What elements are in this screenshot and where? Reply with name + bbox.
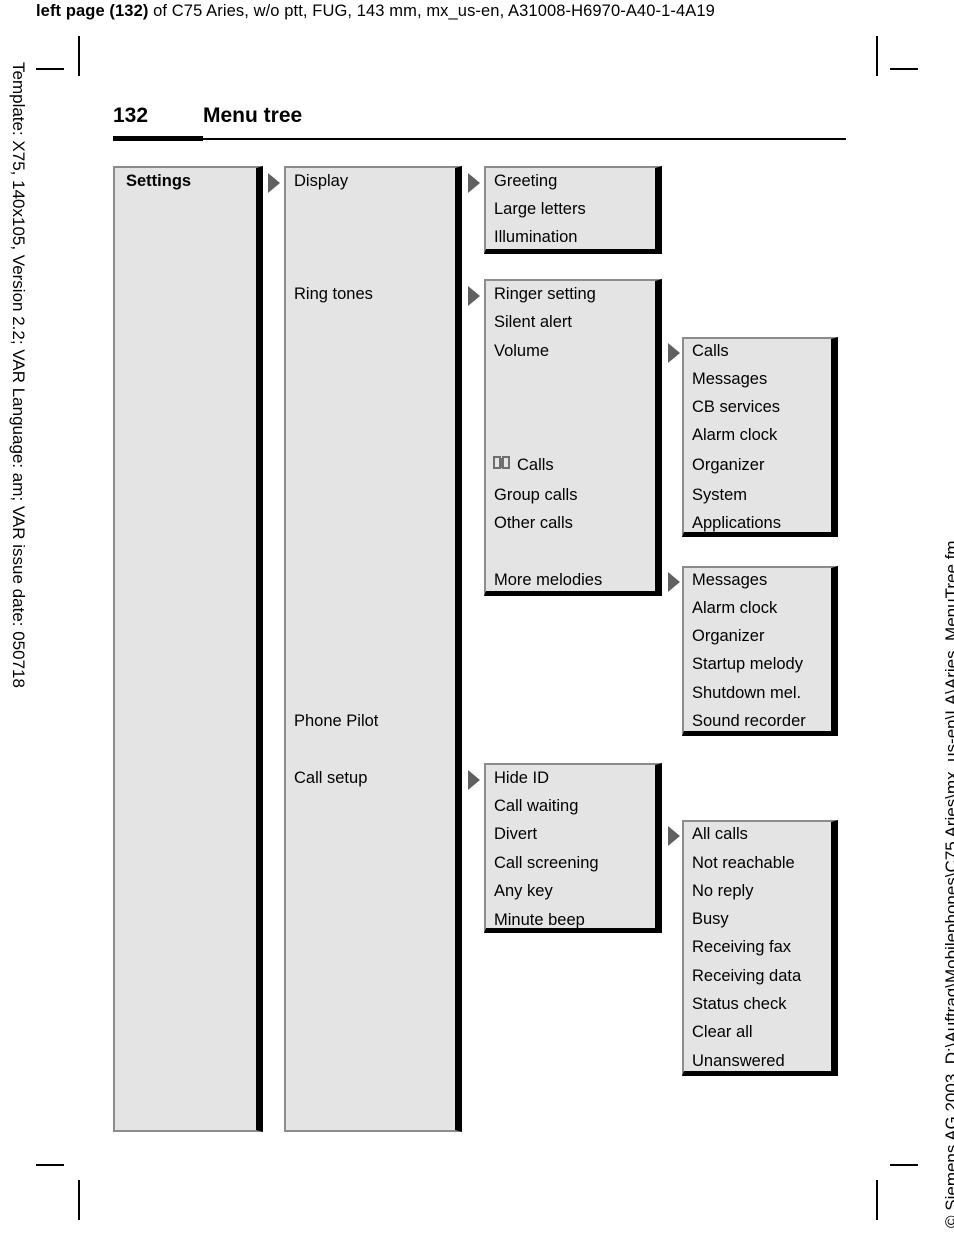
submenu-ringtones-item-more-melodies[interactable]: More melodies bbox=[494, 571, 602, 589]
submenu-callsetup-item-minute-beep[interactable]: Minute beep bbox=[494, 911, 585, 929]
menu-item-display[interactable]: Display bbox=[294, 172, 348, 190]
submenu-volume-item-messages[interactable]: Messages bbox=[692, 370, 767, 388]
menu-tree-diagram: Settings Display Ring tones Phone Pilot … bbox=[0, 0, 954, 1246]
submenu-melodies-item-messages[interactable]: Messages bbox=[692, 571, 767, 589]
submenu-divert-item-status-check[interactable]: Status check bbox=[692, 995, 786, 1013]
arrow-more-melodies bbox=[668, 572, 680, 592]
arrow-root-to-level2 bbox=[268, 173, 280, 193]
submenu-divert-item-not-reachable[interactable]: Not reachable bbox=[692, 854, 795, 872]
submenu-call-setup bbox=[484, 763, 662, 933]
submenu-ringtones-item-silent-alert[interactable]: Silent alert bbox=[494, 313, 572, 331]
submenu-divert-item-all-calls[interactable]: All calls bbox=[692, 825, 748, 843]
submenu-melodies-item-startup-melody[interactable]: Startup melody bbox=[692, 655, 803, 673]
submenu-melodies-item-sound-recorder[interactable]: Sound recorder bbox=[692, 712, 806, 730]
submenu-ringtones-item-ringer-setting[interactable]: Ringer setting bbox=[494, 285, 596, 303]
submenu-callsetup-item-call-screening[interactable]: Call screening bbox=[494, 854, 599, 872]
submenu-display-item-illumination[interactable]: Illumination bbox=[494, 228, 577, 246]
submenu-volume-item-organizer[interactable]: Organizer bbox=[692, 456, 764, 474]
submenu-melodies-item-shutdown-mel[interactable]: Shutdown mel. bbox=[692, 684, 801, 702]
submenu-divert-item-receiving-fax[interactable]: Receiving fax bbox=[692, 938, 791, 956]
menu-root-label: Settings bbox=[126, 172, 192, 190]
submenu-melodies-item-organizer[interactable]: Organizer bbox=[692, 627, 764, 645]
menu-column-settings bbox=[284, 166, 462, 1132]
submenu-volume-item-system[interactable]: System bbox=[692, 486, 747, 504]
submenu-volume-item-calls[interactable]: Calls bbox=[692, 342, 729, 360]
submenu-ringtones-item-calls[interactable]: Calls bbox=[517, 456, 554, 474]
menu-column-root bbox=[113, 166, 263, 1132]
menu-item-ring-tones[interactable]: Ring tones bbox=[294, 285, 373, 303]
submenu-divert-item-unanswered[interactable]: Unanswered bbox=[692, 1052, 785, 1070]
submenu-display-item-large-letters[interactable]: Large letters bbox=[494, 200, 586, 218]
arrow-display bbox=[468, 173, 480, 193]
submenu-ringtones-item-volume[interactable]: Volume bbox=[494, 342, 549, 360]
menu-item-call-setup[interactable]: Call setup bbox=[294, 769, 367, 787]
book-icon bbox=[493, 456, 510, 470]
submenu-ringtones-item-group-calls[interactable]: Group calls bbox=[494, 486, 577, 504]
arrow-ring-tones bbox=[468, 286, 480, 306]
submenu-divert-item-no-reply[interactable]: No reply bbox=[692, 882, 753, 900]
submenu-volume-item-applications[interactable]: Applications bbox=[692, 514, 781, 532]
submenu-callsetup-item-any-key[interactable]: Any key bbox=[494, 882, 553, 900]
submenu-ringtones-item-other-calls[interactable]: Other calls bbox=[494, 514, 573, 532]
submenu-volume-item-alarm-clock[interactable]: Alarm clock bbox=[692, 426, 777, 444]
menu-item-phone-pilot[interactable]: Phone Pilot bbox=[294, 712, 378, 730]
submenu-callsetup-item-call-waiting[interactable]: Call waiting bbox=[494, 797, 578, 815]
submenu-display-item-greeting[interactable]: Greeting bbox=[494, 172, 557, 190]
submenu-callsetup-item-hide-id[interactable]: Hide ID bbox=[494, 769, 549, 787]
submenu-divert-item-clear-all[interactable]: Clear all bbox=[692, 1023, 753, 1041]
arrow-call-setup bbox=[468, 770, 480, 790]
submenu-volume-item-cb-services[interactable]: CB services bbox=[692, 398, 780, 416]
submenu-divert-item-busy[interactable]: Busy bbox=[692, 910, 729, 928]
arrow-volume bbox=[668, 343, 680, 363]
submenu-melodies-item-alarm-clock[interactable]: Alarm clock bbox=[692, 599, 777, 617]
submenu-callsetup-item-divert[interactable]: Divert bbox=[494, 825, 537, 843]
submenu-more-melodies bbox=[682, 566, 838, 736]
submenu-divert-item-receiving-data[interactable]: Receiving data bbox=[692, 967, 801, 985]
arrow-divert bbox=[668, 826, 680, 846]
